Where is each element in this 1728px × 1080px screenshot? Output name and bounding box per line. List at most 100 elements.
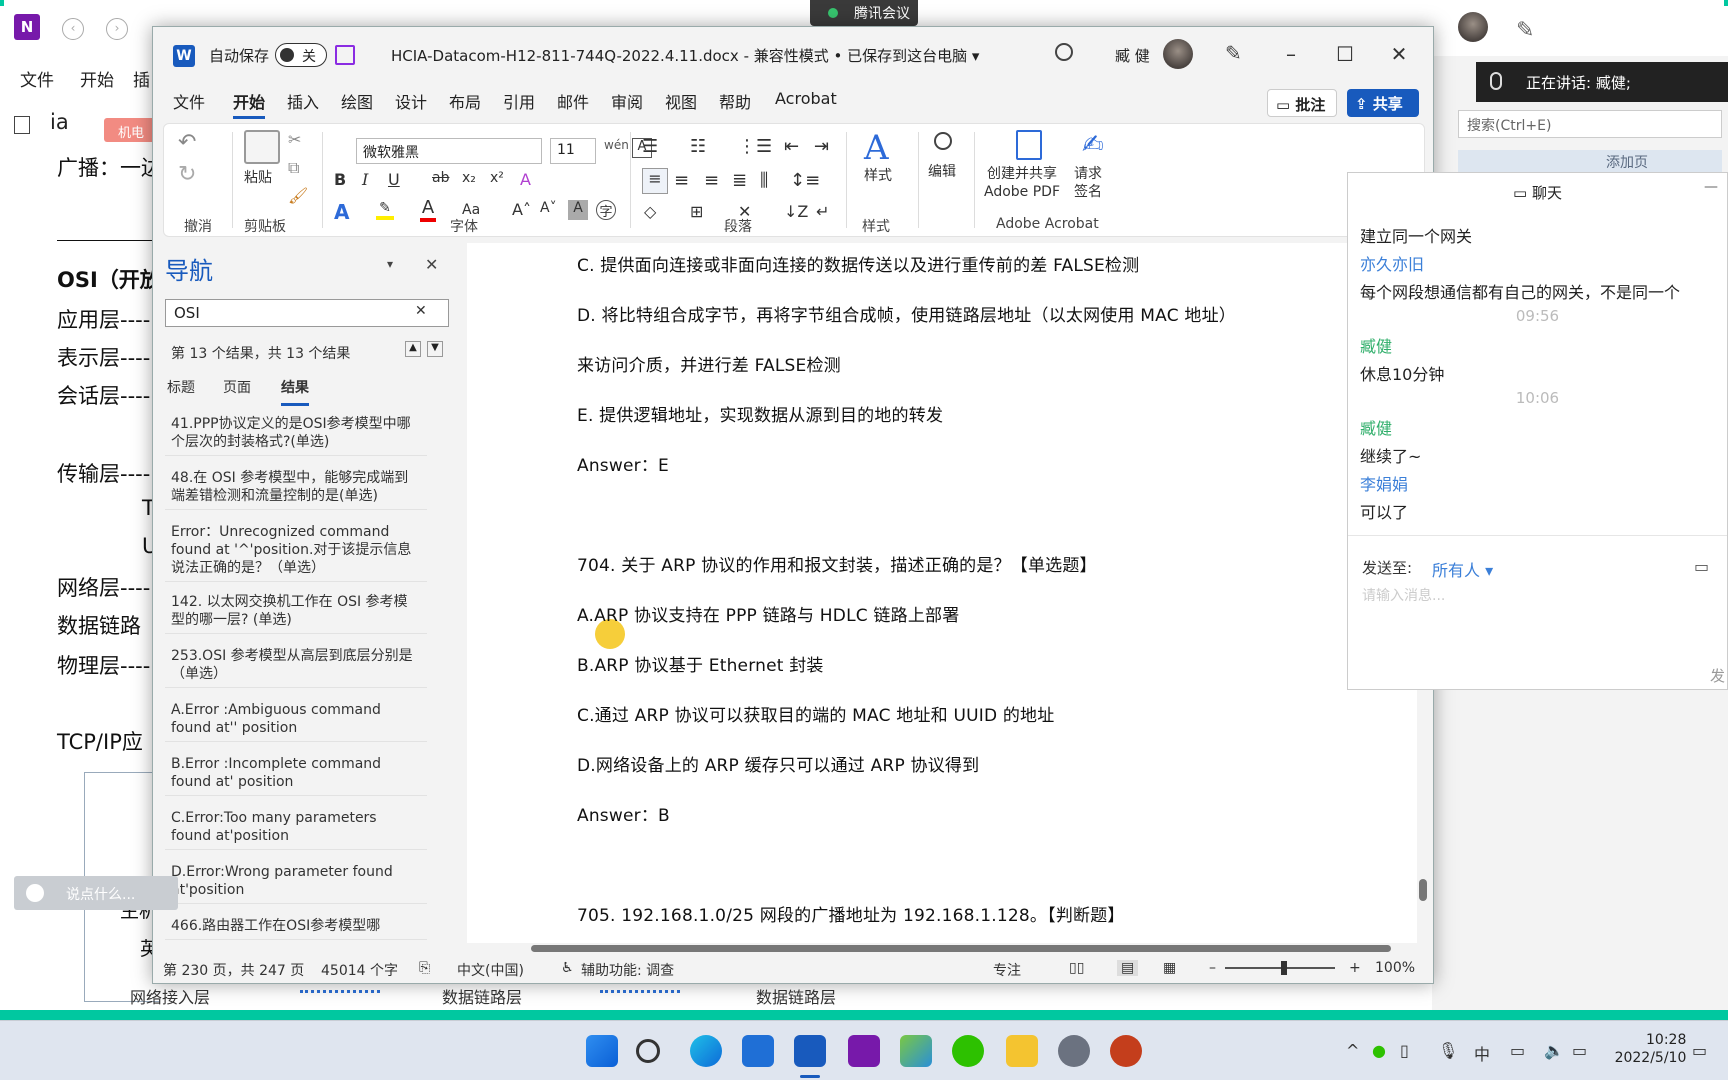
cut-icon[interactable]: ✂ <box>288 130 301 149</box>
file-icon[interactable]: ▭ <box>1694 557 1709 576</box>
usb-icon[interactable]: ▯ <box>1400 1041 1409 1060</box>
list-item[interactable]: C.Error:Too many parameters found at'pos… <box>165 805 427 850</box>
notebook-selector[interactable]: ia <box>50 110 69 134</box>
print-layout-icon[interactable]: ▤ <box>1117 960 1139 976</box>
clear-search-icon[interactable]: ✕ <box>415 303 427 319</box>
minimize-icon[interactable]: — <box>1704 179 1718 195</box>
sort-icon[interactable]: ↓Z <box>784 202 808 221</box>
tab-review[interactable]: 审阅 <box>611 89 643 113</box>
emoji-icon[interactable] <box>26 884 44 902</box>
list-item[interactable]: 253.OSI 参考模型从高层到底层分别是（单选） <box>165 643 427 688</box>
tab-design[interactable]: 设计 <box>395 89 427 113</box>
align-right-icon[interactable]: ≡ <box>704 170 719 191</box>
nav-tab-results[interactable]: 结果 <box>281 377 309 406</box>
save-icon[interactable] <box>335 45 355 65</box>
numbering-icon[interactable]: ☷ <box>690 136 706 157</box>
proofing-icon[interactable]: ⎘ <box>419 960 430 976</box>
align-center-icon[interactable]: ≡ <box>674 170 689 191</box>
justify-icon[interactable]: ≣ <box>732 170 747 191</box>
tab-layout[interactable]: 布局 <box>449 89 481 113</box>
zoom-in-icon[interactable]: + <box>1349 960 1361 976</box>
battery-icon[interactable]: ▭ <box>1572 1041 1587 1060</box>
page-count[interactable]: 第 230 页，共 247 页 <box>163 960 304 980</box>
list-item[interactable]: 41.PPP协议定义的是OSI参考模型中哪个层次的封装格式?(单选) <box>165 411 427 456</box>
request-sign-icon[interactable]: ✍ <box>1082 130 1104 160</box>
multilevel-icon[interactable]: ⋮☰ <box>738 136 772 157</box>
back-icon[interactable]: ‹ <box>62 18 84 40</box>
shrink-font-icon[interactable]: A˅ <box>540 200 557 216</box>
chevron-up-icon[interactable]: ^ <box>1346 1041 1359 1060</box>
line-spacing-icon[interactable]: ↕≡ <box>790 170 820 191</box>
notification-icon[interactable]: ▭ <box>1692 1041 1707 1060</box>
tab-file[interactable]: 文件 <box>173 89 205 113</box>
word-count[interactable]: 45014 个字 <box>321 960 398 980</box>
clipboard-icon[interactable] <box>244 130 280 164</box>
horizontal-scrollbar[interactable] <box>467 943 1417 953</box>
forward-icon[interactable]: › <box>106 18 128 40</box>
paste-button[interactable]: 粘贴 <box>244 170 272 188</box>
bullets-icon[interactable]: ☰ <box>642 136 658 157</box>
shading-icon[interactable]: ◇ <box>644 202 656 221</box>
redo-icon[interactable]: ↻ <box>178 162 196 187</box>
align-left-icon[interactable]: ≡ <box>642 168 668 194</box>
autosave-toggle[interactable]: 关 <box>275 43 327 67</box>
read-mode-icon[interactable]: ▯▯ <box>1069 960 1084 976</box>
chat-input[interactable]: 请输入消息... <box>1362 585 1445 605</box>
text-effect-icon[interactable]: A <box>334 200 349 224</box>
tab-acrobat[interactable]: Acrobat <box>775 89 837 108</box>
copy-icon[interactable]: ⧉ <box>288 158 299 178</box>
subscript-icon[interactable]: x₂ <box>462 170 476 186</box>
tab-references[interactable]: 引用 <box>503 89 535 113</box>
list-item[interactable]: D.Error:Wrong parameter found at'positio… <box>165 859 427 904</box>
zoom-slider-thumb[interactable] <box>1281 961 1287 975</box>
request-sign-button[interactable]: 请求 签名 <box>1074 166 1102 201</box>
volume-icon[interactable]: 🔈 <box>1544 1041 1564 1060</box>
avatar[interactable] <box>1163 39 1193 69</box>
onenote-menu-insert[interactable]: 插 <box>133 66 150 91</box>
list-item[interactable]: 142. 以太网交换机工作在 OSI 参考模型的哪一层? (单选) <box>165 589 427 634</box>
pen-icon[interactable]: ✎ <box>1225 41 1247 65</box>
document-page[interactable]: C. 提供面向连接或非面向连接的数据传送以及进行重传前的差 FALSE检测 D.… <box>467 243 1427 943</box>
char-shading-icon[interactable]: A <box>568 200 588 220</box>
user-name[interactable]: 臧 健 <box>1115 45 1150 66</box>
photos-icon[interactable] <box>742 1035 774 1067</box>
minimize-button[interactable]: – <box>1271 37 1311 73</box>
search-icon[interactable] <box>636 1039 660 1063</box>
ime-indicator[interactable]: 中 <box>1474 1041 1490 1065</box>
clock[interactable]: 10:28 2022/5/10 <box>1600 1031 1687 1067</box>
nav-tab-headings[interactable]: 标题 <box>167 377 195 397</box>
distributed-icon[interactable]: ⫼ <box>760 170 768 191</box>
add-page-button[interactable]: 添加页 <box>1458 150 1722 174</box>
onenote-taskbar-icon[interactable] <box>848 1035 880 1067</box>
font-color-icon[interactable]: A <box>420 198 436 222</box>
decrease-indent-icon[interactable]: ⇤ <box>784 136 799 157</box>
list-item[interactable]: Error：Unrecognized command found at '^'p… <box>165 519 427 582</box>
wechat-icon[interactable] <box>952 1035 984 1067</box>
close-icon[interactable]: ✕ <box>425 255 438 274</box>
pen-icon[interactable]: ✎ <box>1516 18 1534 43</box>
tab-insert[interactable]: 插入 <box>287 89 319 113</box>
font-size-select[interactable]: 11 <box>550 138 596 164</box>
find-icon[interactable] <box>934 132 952 150</box>
file-explorer-icon[interactable] <box>1006 1035 1038 1067</box>
focus-mode[interactable]: 专注 <box>993 960 1021 980</box>
search-icon[interactable] <box>1055 43 1073 61</box>
tencent-meeting-icon[interactable] <box>900 1035 932 1067</box>
phonetic-icon[interactable]: wén <box>604 138 629 152</box>
undo-icon[interactable]: ↶ <box>178 130 196 155</box>
comments-button[interactable]: ▭ 批注 <box>1267 89 1337 117</box>
bold-icon[interactable]: B <box>334 170 346 189</box>
scrollbar-thumb[interactable] <box>531 945 1391 952</box>
nav-search-input[interactable]: OSI <box>165 299 449 327</box>
list-item[interactable]: A.Error :Ambiguous command found at'' po… <box>165 697 427 742</box>
word-taskbar-icon[interactable] <box>794 1035 826 1067</box>
next-result-icon[interactable]: ▼ <box>427 341 443 357</box>
increase-indent-icon[interactable]: ⇥ <box>814 136 829 157</box>
settings-icon[interactable] <box>1058 1035 1090 1067</box>
tab-view[interactable]: 视图 <box>665 89 697 113</box>
strikethrough-icon[interactable]: ab <box>432 170 449 186</box>
send-to-select[interactable]: 所有人 ▾ <box>1432 557 1493 581</box>
powerpoint-icon[interactable] <box>1110 1035 1142 1067</box>
tab-home[interactable]: 开始 <box>233 89 266 119</box>
onenote-menu-home[interactable]: 开始 <box>80 66 114 91</box>
